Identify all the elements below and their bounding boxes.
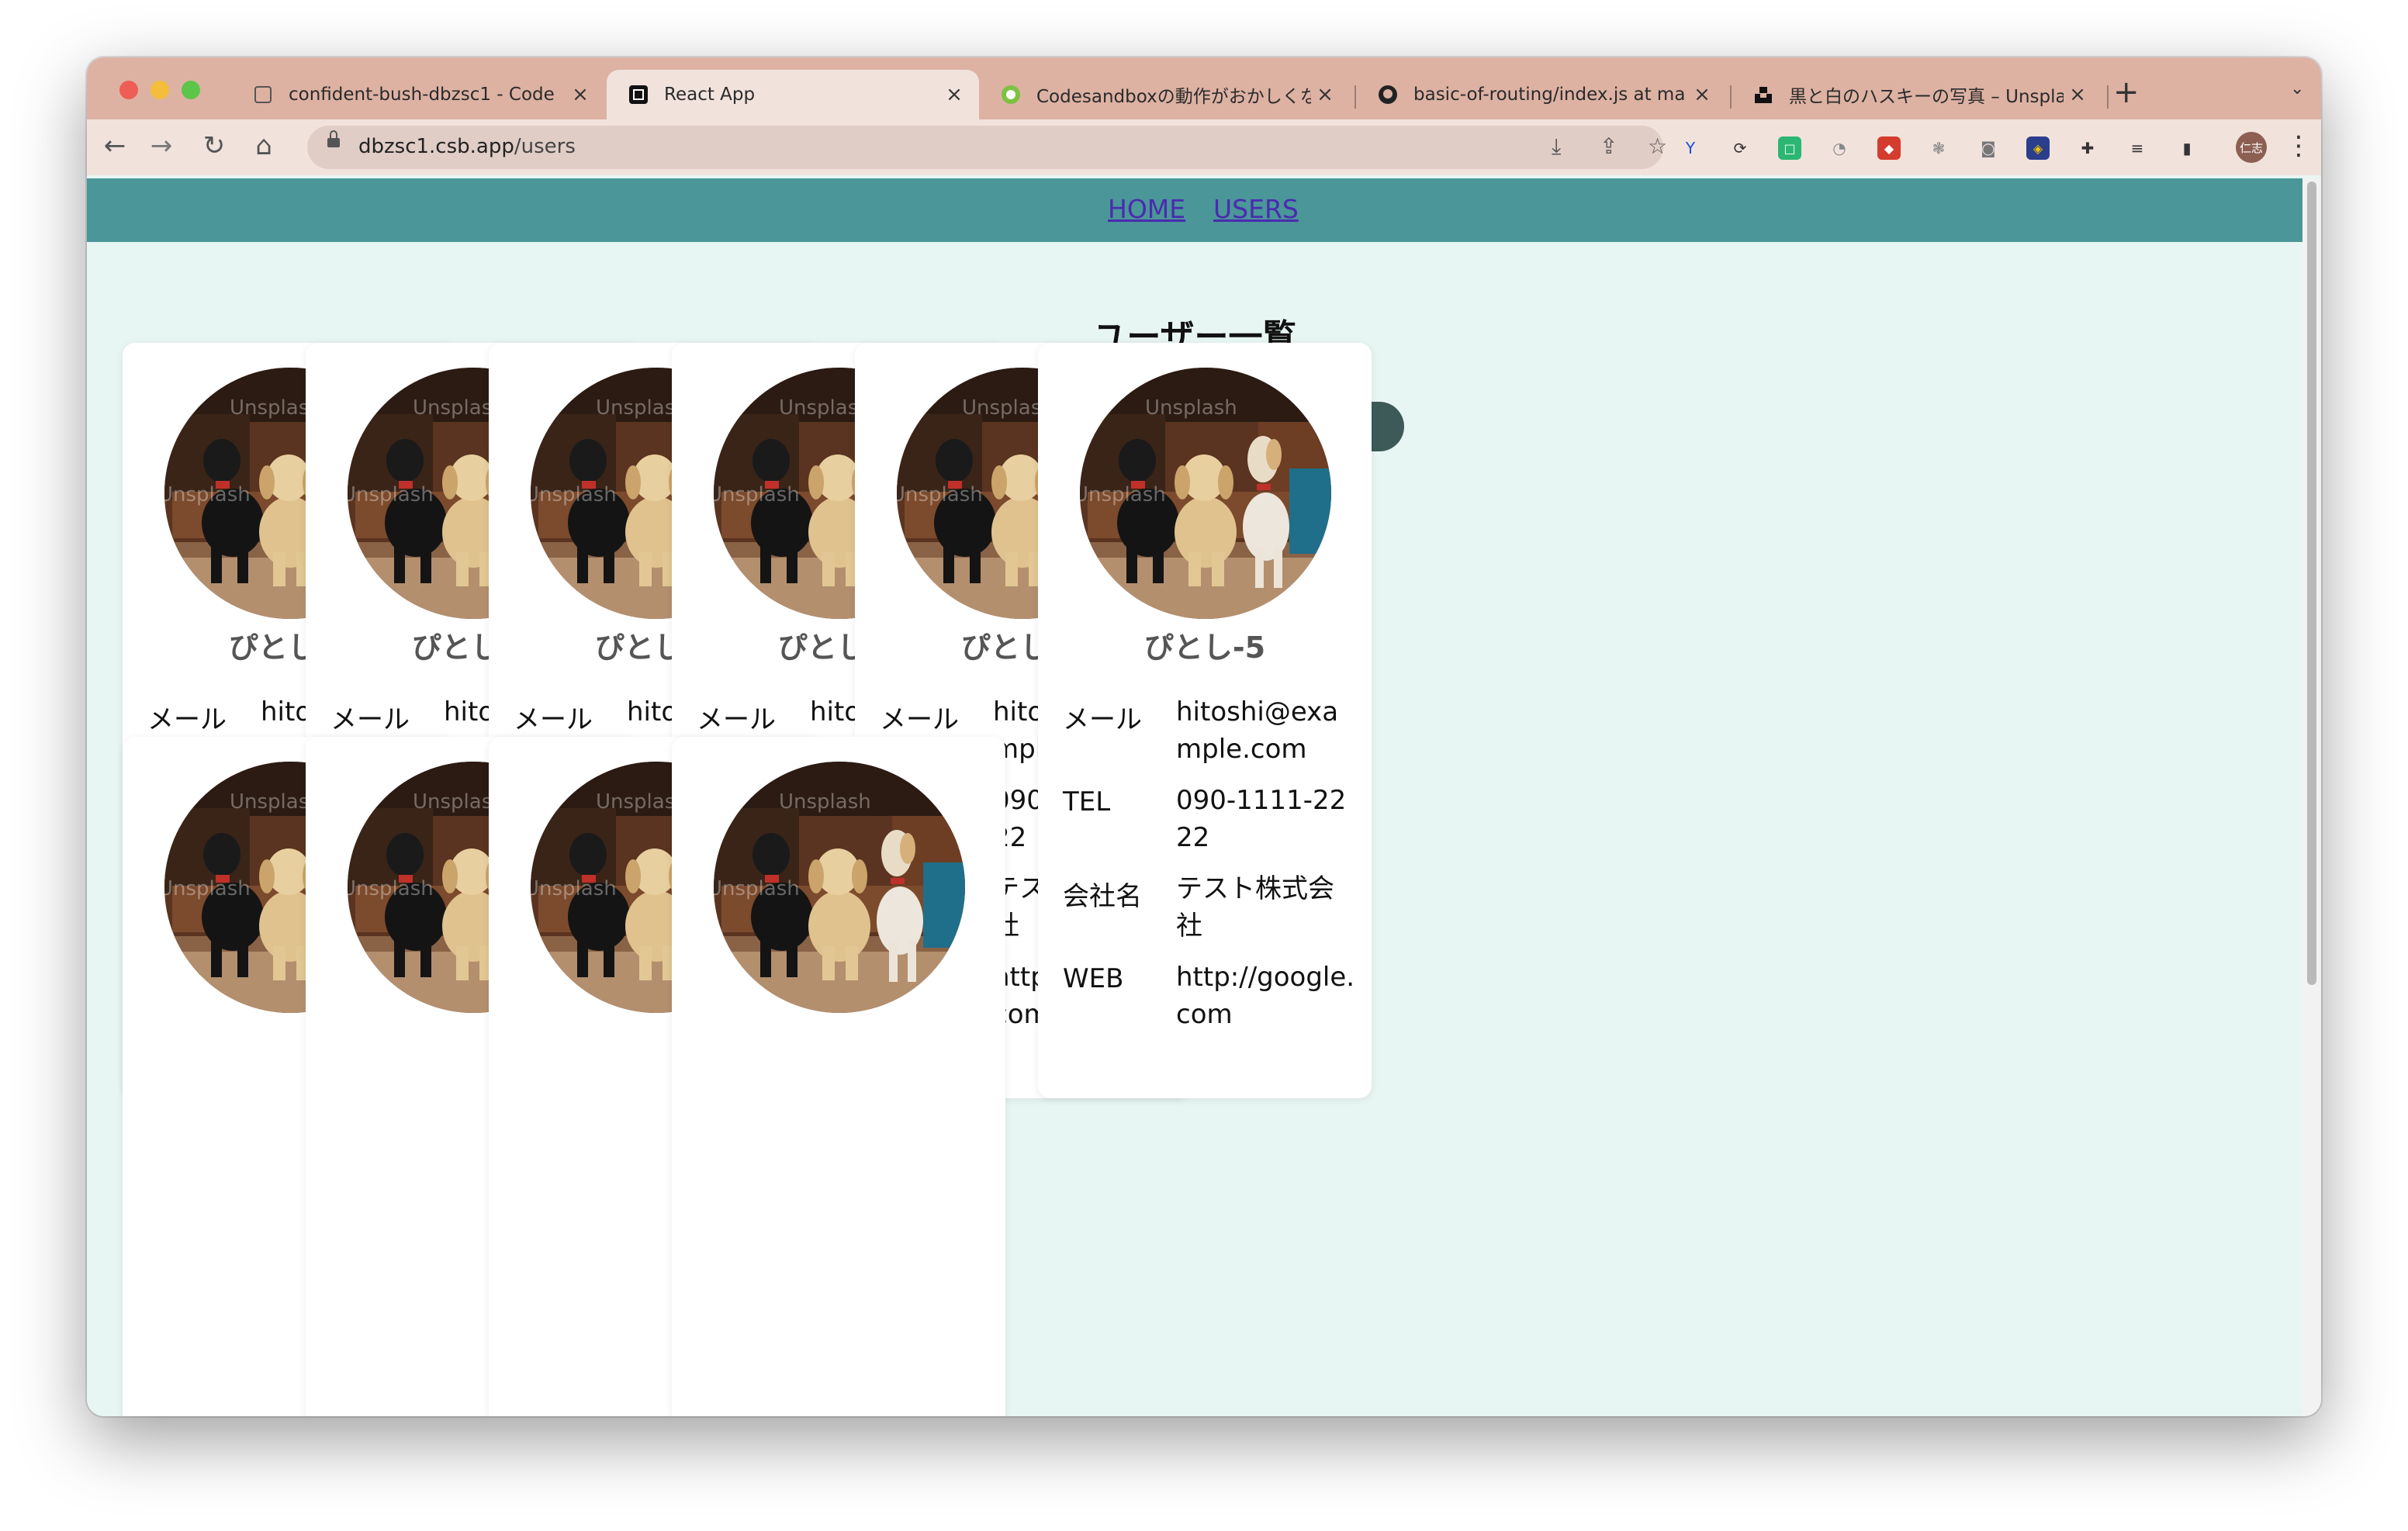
extension-eyes-icon[interactable]: ◔ bbox=[1828, 137, 1851, 160]
browser-menu-icon[interactable]: ⋮ bbox=[2285, 130, 2312, 161]
new-tab-button[interactable]: + bbox=[2113, 74, 2140, 110]
minimize-window-button[interactable] bbox=[150, 81, 169, 99]
svg-text:Unsplash: Unsplash bbox=[531, 877, 617, 900]
svg-text:Unsplash: Unsplash bbox=[348, 483, 434, 506]
svg-text:Unsplash: Unsplash bbox=[164, 877, 251, 900]
user-avatar-image: Unsplash Unsplash bbox=[714, 762, 965, 1013]
close-tab-icon[interactable]: × bbox=[940, 83, 968, 106]
lock-icon bbox=[327, 130, 340, 147]
browser-window: confident-bush-dbzsc1 - Code × React App… bbox=[87, 57, 2321, 1416]
svg-text:Unsplash: Unsplash bbox=[779, 790, 871, 814]
company-value: テスト株式会社 bbox=[1176, 873, 1334, 942]
svg-text:Unsplash: Unsplash bbox=[1145, 396, 1237, 420]
unsplash-icon bbox=[1753, 85, 1773, 105]
email-value[interactable]: hitoshi@example.com bbox=[1176, 693, 1356, 768]
tab-codesandbox-question[interactable]: Codesandboxの動作がおかしくな × bbox=[979, 70, 1350, 119]
email-label: メール bbox=[330, 704, 410, 735]
user-name: ぴとし-5 bbox=[1143, 631, 1266, 665]
page-scrollbar-thumb[interactable] bbox=[2307, 181, 2316, 985]
tab-codesandbox-editor[interactable]: confident-bush-dbzsc1 - Code × bbox=[231, 70, 605, 119]
email-label: メール bbox=[514, 704, 593, 735]
reading-list-icon[interactable]: ≡ bbox=[2126, 137, 2149, 160]
close-tab-icon[interactable]: × bbox=[1311, 83, 1339, 106]
extension-colorful-icon[interactable]: ◈ bbox=[2026, 137, 2050, 160]
share-icon[interactable]: ⇪ bbox=[1600, 133, 1617, 159]
extension-sync-icon[interactable]: ⟳ bbox=[1728, 137, 1752, 160]
tel-label: TEL bbox=[1063, 786, 1111, 817]
tab-separator bbox=[2107, 85, 2109, 109]
profile-avatar[interactable]: 仁志 bbox=[2236, 132, 2267, 163]
svg-text:Unsplash: Unsplash bbox=[714, 483, 800, 506]
tab-title: basic-of-routing/index.js at ma bbox=[1413, 85, 1686, 105]
extensions-puzzle-icon[interactable]: ✚ bbox=[2076, 137, 2099, 160]
tab-strip: confident-bush-dbzsc1 - Code × React App… bbox=[87, 57, 2321, 119]
tab-title: Codesandboxの動作がおかしくな bbox=[1036, 87, 1311, 107]
tab-title: confident-bush-dbzsc1 - Code bbox=[289, 85, 555, 105]
back-button[interactable]: ← bbox=[98, 130, 132, 161]
address-bar[interactable]: dbzsc1.csb.app/users ⤓ ⇪ ☆ bbox=[307, 126, 1667, 169]
close-window-button[interactable] bbox=[119, 81, 138, 99]
tab-github[interactable]: basic-of-routing/index.js at ma × bbox=[1356, 70, 1727, 119]
tab-unsplash[interactable]: 黒と白のハスキーの写真 – Unspla × bbox=[1732, 70, 2102, 119]
maximize-window-button[interactable] bbox=[182, 81, 200, 99]
page-viewport: HOME USERS ユーザー一覧 検索条件を入力 Unsplash Unspl… bbox=[87, 178, 2302, 1416]
reload-button[interactable]: ↻ bbox=[197, 130, 231, 161]
svg-text:Unsplash: Unsplash bbox=[1080, 483, 1166, 506]
close-tab-icon[interactable]: × bbox=[566, 83, 594, 106]
codesandbox-page-icon bbox=[253, 85, 273, 105]
email-label: メール bbox=[880, 704, 959, 735]
email-label: メール bbox=[1063, 704, 1142, 735]
close-tab-icon[interactable]: × bbox=[2064, 83, 2091, 106]
side-panel-icon[interactable]: ▮ bbox=[2175, 137, 2199, 160]
site-header: HOME USERS bbox=[87, 178, 2302, 242]
tel-value: 090-1111-2222 bbox=[1176, 785, 1347, 853]
user-card: Unsplash Unsplash ぴとし-5 メール hitoshi@exampl… bbox=[1038, 343, 1372, 1098]
url-domain: dbzsc1.csb.app bbox=[358, 135, 514, 158]
company-label: 会社名 bbox=[1063, 881, 1142, 912]
extension-gray-circle-icon[interactable]: ❃ bbox=[1927, 137, 1950, 160]
web-value[interactable]: http://google.com bbox=[1176, 959, 1356, 1033]
home-button[interactable]: ⌂ bbox=[247, 130, 281, 161]
install-app-icon[interactable]: ⤓ bbox=[1552, 133, 1561, 160]
extension-green-icon[interactable]: □ bbox=[1778, 137, 1801, 160]
codesandbox-green-icon bbox=[1001, 85, 1021, 105]
email-label: メール bbox=[147, 704, 227, 735]
user-card-partial: Unsplash Unsplash bbox=[672, 737, 1005, 1416]
github-icon bbox=[1378, 85, 1398, 105]
web-label: WEB bbox=[1063, 963, 1124, 994]
forward-button[interactable]: → bbox=[144, 130, 178, 161]
tab-search-chevron-icon[interactable]: ⌄ bbox=[2290, 79, 2304, 98]
email-label: メール bbox=[697, 704, 776, 735]
tab-title: React App bbox=[664, 85, 756, 105]
tab-title: 黒と白のハスキーの写真 – Unspla bbox=[1789, 87, 2064, 107]
extension-camera-icon[interactable]: ◙ bbox=[1977, 137, 2000, 160]
react-app-icon bbox=[628, 85, 649, 105]
user-avatar-image: Unsplash Unsplash bbox=[1080, 368, 1331, 619]
svg-text:Unsplash: Unsplash bbox=[531, 483, 617, 506]
browser-toolbar: ← → ↻ ⌂ dbzsc1.csb.app/users ⤓ ⇪ ☆ Y ⟳ □… bbox=[87, 119, 2321, 175]
svg-text:Unsplash: Unsplash bbox=[164, 483, 251, 506]
nav-users-link[interactable]: USERS bbox=[1213, 194, 1299, 224]
extension-v-icon[interactable]: Y bbox=[1679, 137, 1702, 160]
nav-home-link[interactable]: HOME bbox=[1108, 194, 1185, 224]
svg-text:Unsplash: Unsplash bbox=[714, 877, 800, 900]
extension-red-icon[interactable]: ◆ bbox=[1877, 137, 1901, 160]
svg-text:Unsplash: Unsplash bbox=[348, 877, 434, 900]
close-tab-icon[interactable]: × bbox=[1688, 83, 1716, 106]
tab-react-app[interactable]: React App × bbox=[607, 70, 979, 119]
svg-text:Unsplash: Unsplash bbox=[897, 483, 983, 506]
bookmark-star-icon[interactable]: ☆ bbox=[1648, 133, 1667, 159]
url-path: /users bbox=[514, 135, 576, 158]
